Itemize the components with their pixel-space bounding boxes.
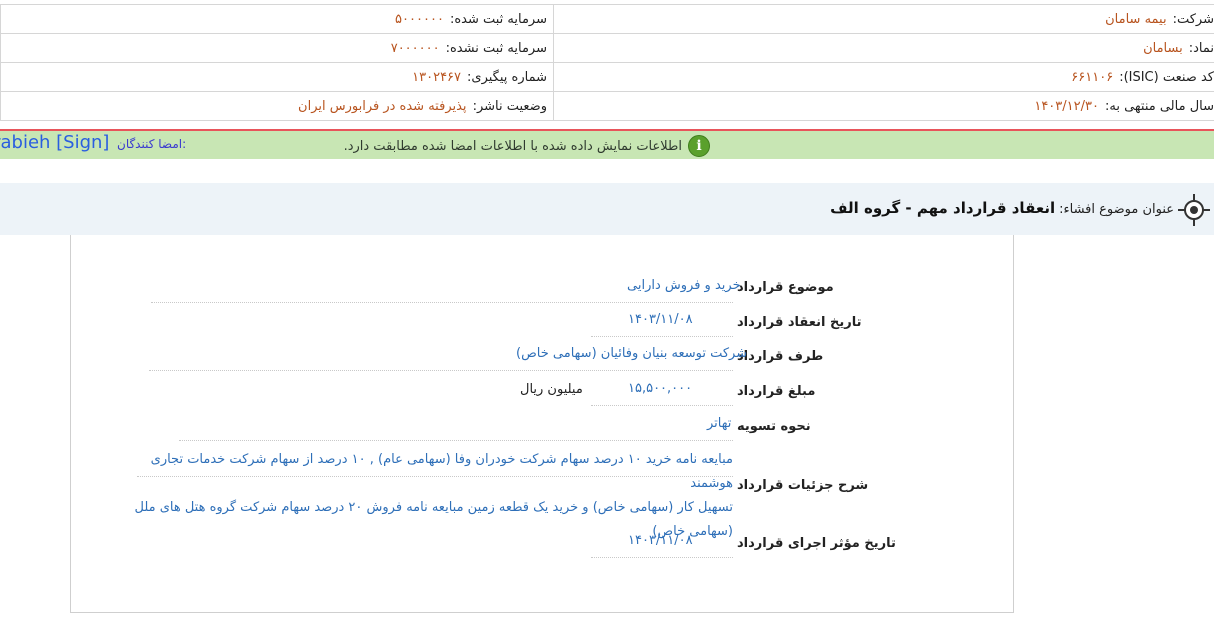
info-row: شرکت: بیمه سامان سرمایه ثبت شده: ۵۰۰۰۰۰۰ <box>0 4 1214 34</box>
contract-subject-label: موضوع قرارداد <box>737 280 834 295</box>
publisher-status-label: وضعیت ناشر: <box>472 98 547 114</box>
field-underline <box>151 302 733 303</box>
tracking-number-cell: شماره پیگیری: ۱۳۰۲۴۶۷ <box>0 62 554 92</box>
signature-notice-bar: i اطلاعات نمایش داده شده با اطلاعات امضا… <box>0 131 1214 159</box>
registered-capital-value: ۵۰۰۰۰۰۰ <box>395 11 444 27</box>
fiscal-year-value: ۱۴۰۳/۱۲/۳۰ <box>1034 98 1099 114</box>
settlement-value: تهاتر <box>707 416 732 431</box>
info-row: سال مالی منتهی به: ۱۴۰۳/۱۲/۳۰ وضعیت ناشر:… <box>0 91 1214 121</box>
field-underline <box>591 405 733 406</box>
contract-details-text: مبایعه نامه خرید ۱۰ درصد سهام شرکت خودرا… <box>131 448 733 544</box>
field-underline <box>591 557 733 558</box>
registered-capital-label: سرمایه ثبت شده: <box>449 11 547 27</box>
effective-date-label: تاریخ مؤثر اجرای قرارداد <box>737 536 896 551</box>
contract-amount-unit: میلیون ریال <box>520 382 583 397</box>
tracking-number-label: شماره پیگیری: <box>467 69 547 85</box>
field-underline <box>149 370 733 371</box>
subject-label: عنوان موضوع افشاء: <box>1059 202 1174 217</box>
fiscal-year-cell: سال مالی منتهی به: ۱۴۰۳/۱۲/۳۰ <box>553 91 1214 121</box>
notice-message: اطلاعات نمایش داده شده با اطلاعات امضا ش… <box>343 138 682 154</box>
disclosure-subject-bar: عنوان موضوع افشاء:انعقاد قرارداد مهم - گ… <box>0 183 1214 235</box>
company-cell: شرکت: بیمه سامان <box>553 4 1214 34</box>
contract-party-label: طرف قرارداد <box>737 349 824 364</box>
isic-label: کد صنعت (ISIC): <box>1119 69 1214 85</box>
unregistered-capital-value: ۷۰۰۰۰۰۰ <box>390 40 440 56</box>
unregistered-capital-cell: سرمایه ثبت نشده: ۷۰۰۰۰۰۰ <box>0 33 554 63</box>
info-row: نماد: بسامان سرمایه ثبت نشده: ۷۰۰۰۰۰۰ <box>0 33 1214 63</box>
publisher-status-value: پذیرفته شده در فرابورس ایران <box>298 98 467 114</box>
publisher-status-cell: وضعیت ناشر: پذیرفته شده در فرابورس ایران <box>0 91 554 121</box>
company-label: شرکت: <box>1172 11 1214 27</box>
registered-capital-cell: سرمایه ثبت شده: ۵۰۰۰۰۰۰ <box>0 4 554 34</box>
contract-date-label: تاریخ انعقاد قرارداد <box>737 315 862 330</box>
contract-details-panel: موضوع قرارداد خرید و فروش دارایی تاریخ ا… <box>70 235 1014 613</box>
field-underline <box>179 440 733 441</box>
contract-party-value: شرکت توسعه بنیان وفائیان (سهامی خاص) <box>516 346 748 361</box>
company-info-table: شرکت: بیمه سامان سرمایه ثبت شده: ۵۰۰۰۰۰۰ ن… <box>0 4 1214 121</box>
info-icon: i <box>688 135 710 157</box>
page-title: انعقاد قرارداد مهم - گروه الف <box>830 199 1056 217</box>
isic-value: ۶۶۱۱۰۶ <box>1071 69 1114 85</box>
contract-date-value: ۱۴۰۳/۱۱/۰۸ <box>628 312 693 327</box>
contract-subject-value: خرید و فروش دارایی <box>627 278 741 293</box>
symbol-label: نماد: <box>1188 40 1214 56</box>
contract-amount-label: مبلغ قرارداد <box>737 384 816 399</box>
notice-message-group: i اطلاعات نمایش داده شده با اطلاعات امضا… <box>344 135 710 157</box>
details-line: تسهیل کار (سهامی خاص) و خرید یک قطعه زمی… <box>134 500 733 515</box>
symbol-value[interactable]: بسامان <box>1143 41 1183 56</box>
target-icon <box>1178 194 1210 226</box>
settlement-label: نحوه تسویه <box>737 419 811 434</box>
fiscal-year-label: سال مالی منتهی به: <box>1104 98 1214 114</box>
signers-label: امضا کنندگان: <box>117 137 187 151</box>
info-row: کد صنعت (ISIC): ۶۶۱۱۰۶ شماره پیگیری: ۱۳۰۲۴… <box>0 62 1214 92</box>
contract-amount-value: ۱۵,۵۰۰,۰۰۰ <box>628 381 693 396</box>
field-underline <box>591 336 733 337</box>
signers-link[interactable]: rrabieh [Sign] <box>0 132 109 153</box>
contract-details-label: شرح جزئیات قرارداد <box>737 478 869 493</box>
details-line: مبایعه نامه خرید ۱۰ درصد سهام شرکت خودرا… <box>150 452 733 491</box>
field-underline <box>137 476 733 477</box>
company-value: بیمه سامان <box>1105 11 1167 27</box>
tracking-number-value: ۱۳۰۲۴۶۷ <box>412 69 462 85</box>
unregistered-capital-label: سرمایه ثبت نشده: <box>445 40 547 56</box>
isic-cell: کد صنعت (ISIC): ۶۶۱۱۰۶ <box>553 62 1214 92</box>
symbol-cell: نماد: بسامان <box>553 33 1214 63</box>
disclosure-subject: عنوان موضوع افشاء:انعقاد قرارداد مهم - گ… <box>830 199 1174 217</box>
effective-date-value: ۱۴۰۳/۱۱/۰۸ <box>628 533 693 548</box>
